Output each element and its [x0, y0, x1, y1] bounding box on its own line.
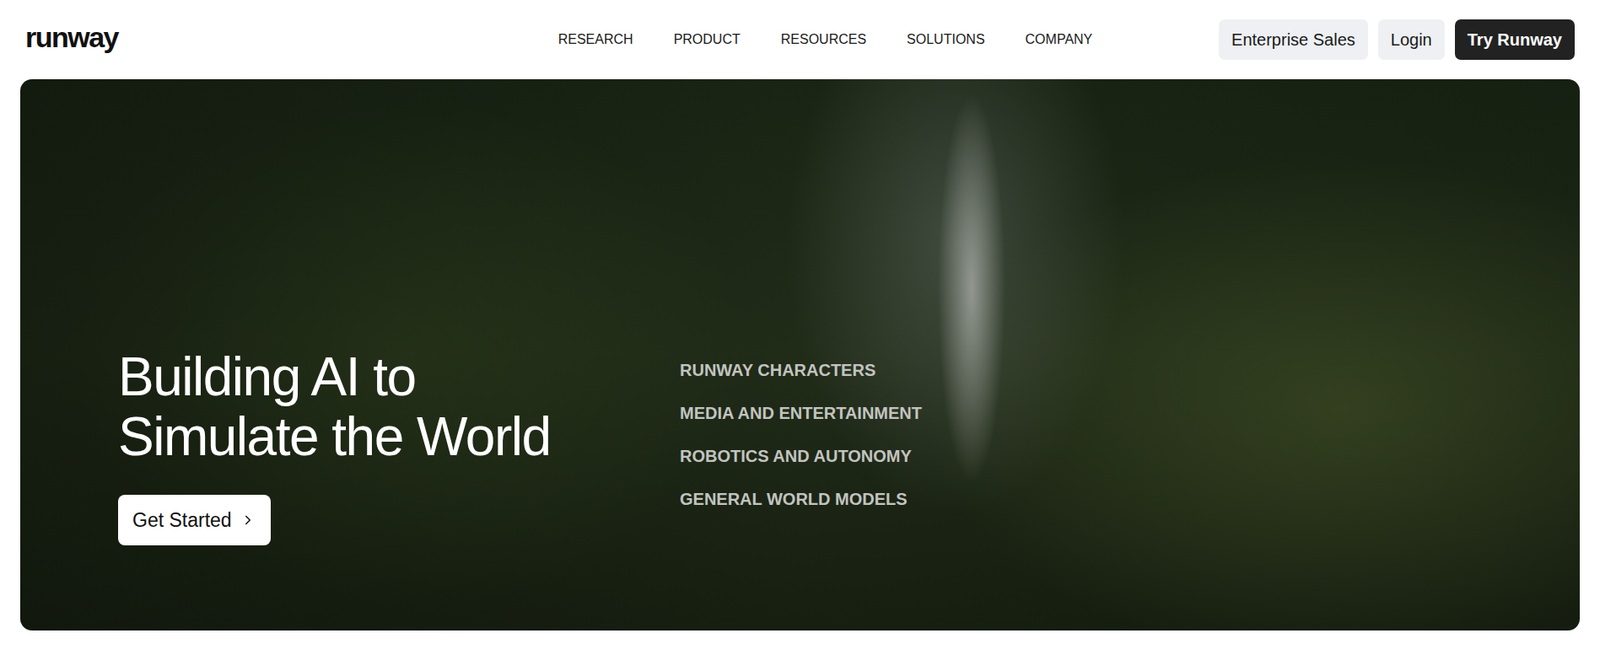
- page: runway RESEARCH PRODUCT RESOURCES SOLUTIONS C…: [0, 0, 1600, 660]
- main-nav: RESEARCH PRODUCT RESOURCES SOLUTIONS COMPANY: [558, 32, 1094, 48]
- logo[interactable]: runway: [25, 22, 508, 57]
- hero-intro: Building AI toSimulate the World Get Star…: [118, 347, 680, 546]
- nav-link[interactable]: RESEARCH: [558, 32, 634, 48]
- hero: Building AI toSimulate the World Get Star…: [20, 79, 1580, 631]
- header: runway RESEARCH PRODUCT RESOURCES SOLUTIONS C…: [0, 0, 1600, 80]
- nav-link[interactable]: COMPANY: [1025, 32, 1094, 48]
- get-started-button[interactable]: Get Started: [118, 495, 271, 546]
- header-actions: Enterprise SalesLoginTry Runway: [1092, 19, 1575, 60]
- chevron-right-icon: [240, 512, 256, 528]
- nav-link[interactable]: PRODUCT: [673, 32, 741, 48]
- category-link[interactable]: GENERAL WORLD MODELS: [679, 489, 922, 510]
- category-link[interactable]: MEDIA AND ENTERTAINMENT: [679, 403, 922, 424]
- primary-button[interactable]: Try Runway: [1454, 19, 1575, 60]
- secondary-button[interactable]: Enterprise Sales: [1218, 19, 1369, 60]
- hero-headline: Building AI toSimulate the World: [118, 347, 551, 468]
- category-link[interactable]: ROBOTICS AND AUTONOMY: [679, 446, 922, 467]
- nav-link[interactable]: SOLUTIONS: [906, 32, 985, 48]
- secondary-button[interactable]: Login: [1378, 19, 1445, 60]
- headline-line: Simulate the World: [118, 407, 551, 468]
- nav-link[interactable]: RESOURCES: [781, 32, 867, 48]
- category-link[interactable]: RUNWAY CHARACTERS: [679, 360, 922, 381]
- category-list: RUNWAY CHARACTERS MEDIA AND ENTERTAINMENT…: [679, 360, 922, 510]
- headline-line: Building AI to: [118, 347, 551, 408]
